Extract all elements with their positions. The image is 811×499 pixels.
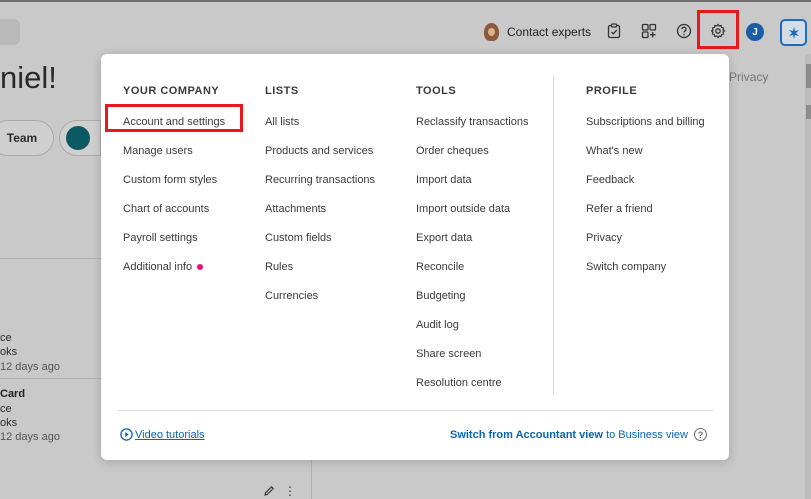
menu-item-attachments[interactable]: Attachments	[265, 202, 375, 231]
activity-line: ce	[0, 403, 12, 415]
menu-item-label: Additional info	[123, 261, 193, 273]
menu-item-recurring-transactions[interactable]: Recurring transactions	[265, 173, 375, 202]
gear-highlight-box	[697, 10, 739, 49]
column-heading: TOOLS	[416, 85, 457, 97]
scrollbar-thumb-secondary[interactable]	[806, 105, 811, 119]
contact-experts-button[interactable]: Contact experts	[484, 22, 591, 42]
menu-item-export-data[interactable]: Export data	[416, 231, 529, 260]
menu-item-reclassify-transactions[interactable]: Reclassify transactions	[416, 115, 529, 144]
expert-avatar-icon	[484, 23, 499, 41]
video-tutorials-link[interactable]: Video tutorials	[120, 428, 205, 441]
column-heading: PROFILE	[586, 85, 638, 97]
lists-column: LISTS All lists Products and services Re…	[265, 85, 375, 318]
menu-item-rules[interactable]: Rules	[265, 260, 375, 289]
menu-item-import-outside-data[interactable]: Import outside data	[416, 202, 529, 231]
column-heading: YOUR COMPANY	[123, 85, 220, 97]
apps-icon[interactable]	[640, 22, 658, 40]
help-icon[interactable]	[675, 22, 693, 40]
top-bar: Contact experts J	[0, 0, 811, 54]
profile-column: PROFILE Subscriptions and billing What's…	[586, 85, 705, 289]
menu-item-whats-new[interactable]: What's new	[586, 144, 705, 173]
menu-item-payroll-settings[interactable]: Payroll settings	[123, 231, 225, 260]
column-divider	[553, 76, 554, 394]
menu-item-feedback[interactable]: Feedback	[586, 173, 705, 202]
menu-item-switch-company[interactable]: Switch company	[586, 260, 705, 289]
switch-view-prefix: Switch from Accountant view	[449, 428, 603, 441]
team-tab-label: Team	[6, 131, 38, 145]
question-mark-icon[interactable]: ?	[694, 428, 707, 441]
search-box[interactable]	[0, 19, 20, 45]
menu-item-custom-fields[interactable]: Custom fields	[265, 231, 375, 260]
menu-item-resolution-centre[interactable]: Resolution centre	[416, 376, 529, 405]
switch-view-link[interactable]: Switch from Accountant view to Business …	[450, 428, 707, 441]
menu-item-share-screen[interactable]: Share screen	[416, 347, 529, 376]
menu-item-currencies[interactable]: Currencies	[265, 289, 375, 318]
activity-time: 12 days ago	[0, 431, 60, 443]
clipboard-icon[interactable]	[605, 22, 623, 40]
activity-divider	[0, 378, 101, 379]
menu-item-account-and-settings[interactable]: Account and settings	[123, 115, 225, 144]
assistant-button[interactable]	[780, 19, 807, 46]
menu-item-refer-a-friend[interactable]: Refer a friend	[586, 202, 705, 231]
activity-line: ce	[0, 332, 12, 344]
activity-line: oks	[0, 417, 18, 429]
footer-divider	[117, 410, 713, 411]
privacy-link-bg[interactable]: Privacy	[729, 70, 768, 84]
user-avatar[interactable]: J	[746, 23, 764, 41]
activity-line: oks	[0, 346, 18, 358]
menu-item-budgeting[interactable]: Budgeting	[416, 289, 529, 318]
menu-item-custom-form-styles[interactable]: Custom form styles	[123, 173, 225, 202]
menu-item-all-lists[interactable]: All lists	[265, 115, 375, 144]
app-logo-icon	[66, 126, 90, 150]
column-heading: LISTS	[265, 85, 299, 97]
scrollbar-track[interactable]	[805, 54, 811, 499]
notification-dot	[197, 264, 204, 270]
menu-item-reconcile[interactable]: Reconcile	[416, 260, 529, 289]
more-options-icon[interactable]: ⋮	[284, 484, 296, 498]
menu-item-order-cheques[interactable]: Order cheques	[416, 144, 529, 173]
menu-item-products-and-services[interactable]: Products and services	[265, 144, 375, 173]
team-tab[interactable]: Team	[0, 120, 54, 156]
play-circle-icon	[120, 428, 133, 441]
tools-column: TOOLS Reclassify transactions Order cheq…	[416, 85, 529, 405]
activity-title: Card	[0, 388, 26, 400]
menu-item-subscriptions-and-billing[interactable]: Subscriptions and billing	[586, 115, 705, 144]
page-greeting: niel!	[0, 60, 57, 95]
panel-divider	[311, 460, 312, 499]
settings-menu: YOUR COMPANY Account and settings Manage…	[101, 54, 729, 460]
your-company-column: YOUR COMPANY Account and settings Manage…	[123, 85, 225, 289]
menu-item-chart-of-accounts[interactable]: Chart of accounts	[123, 202, 225, 231]
contact-experts-label: Contact experts	[507, 25, 592, 39]
menu-item-additional-info[interactable]: Additional info	[123, 260, 225, 289]
video-tutorials-label: Video tutorials	[135, 428, 205, 441]
menu-item-audit-log[interactable]: Audit log	[416, 318, 529, 347]
activity-time: 12 days ago	[0, 361, 60, 373]
switch-view-suffix: to Business view	[606, 428, 688, 441]
menu-item-privacy[interactable]: Privacy	[586, 231, 705, 260]
assistant-icon	[788, 26, 799, 39]
scrollbar-thumb[interactable]	[806, 64, 811, 88]
menu-item-manage-users[interactable]: Manage users	[123, 144, 225, 173]
pencil-icon[interactable]	[263, 484, 275, 499]
menu-item-import-data[interactable]: Import data	[416, 173, 529, 202]
